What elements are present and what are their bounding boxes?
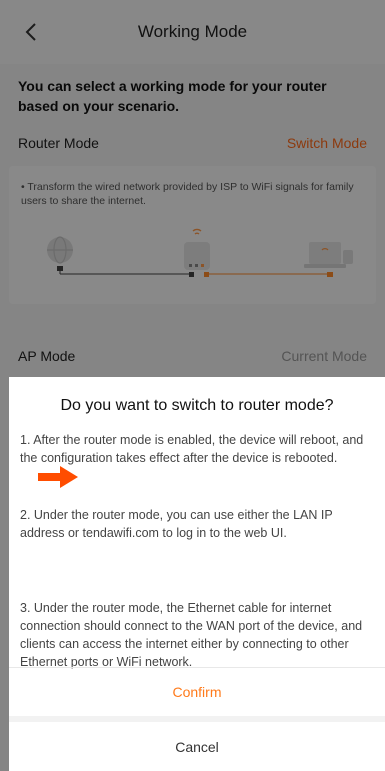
cancel-button[interactable]: Cancel xyxy=(9,722,385,771)
dialog-title: Do you want to switch to router mode? xyxy=(60,397,334,414)
dialog-paragraph-1: 1. After the router mode is enabled, the… xyxy=(20,433,364,465)
dialog-paragraph-3: 3. Under the router mode, the Ethernet c… xyxy=(20,601,363,669)
switch-mode-dialog: Do you want to switch to router mode? 1.… xyxy=(9,377,385,771)
arrow-right-icon xyxy=(38,466,78,488)
dialog-paragraph-2: 2. Under the router mode, you can use ei… xyxy=(20,508,333,540)
confirm-button[interactable]: Confirm xyxy=(9,668,385,716)
